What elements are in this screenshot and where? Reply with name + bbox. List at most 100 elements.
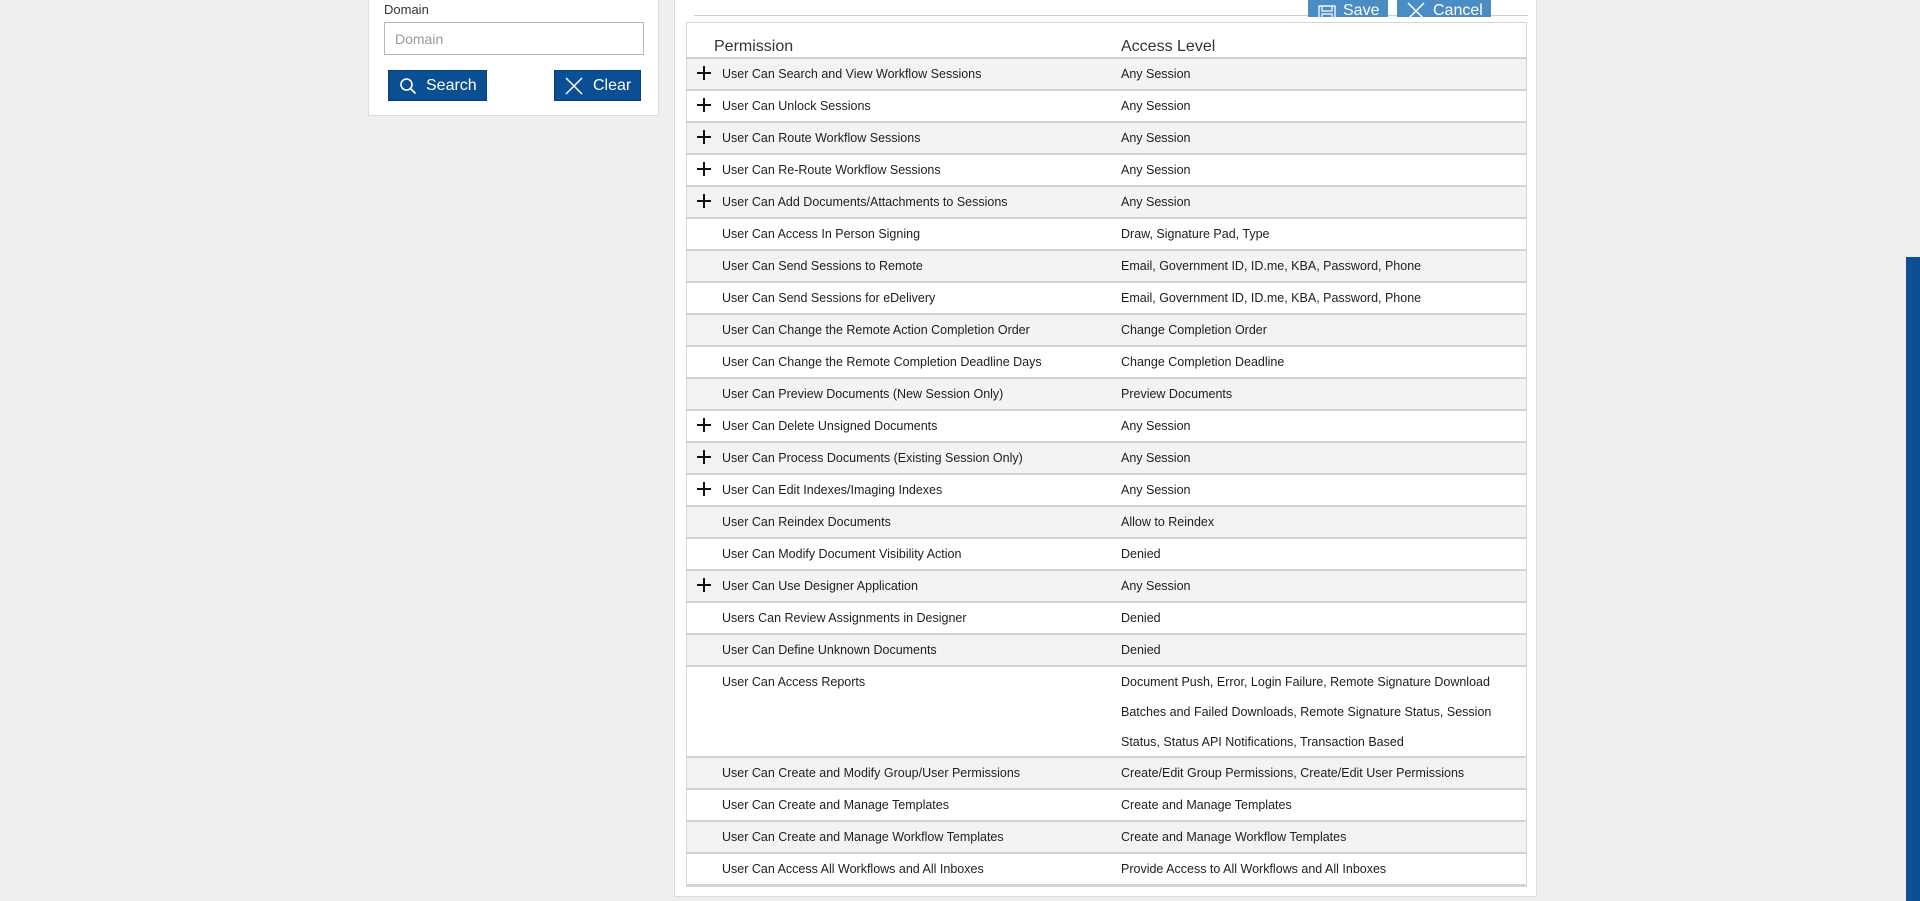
table-row: User Can Use Designer Application Any Ses… [687,571,1526,603]
access-level-value: Any Session [1121,99,1191,113]
access-level-value: Denied [1121,547,1161,561]
table-row: User Can Re-Route Workflow Sessions Any S… [687,155,1526,187]
permission-name: User Can Modify Document Visibility Acti… [722,547,962,561]
permission-name: User Can Edit Indexes/Imaging Indexes [722,483,943,497]
save-button-label: Save [1343,2,1380,17]
column-header-access-level: Access Level [1121,38,1216,55]
permission-name: User Can Search and View Workflow Sessio… [722,67,982,81]
table-row: User Can Create and Modify Group/User Pe… [687,758,1526,790]
permission-name: User Can Process Documents (Existing Ses… [722,451,1023,465]
permission-name: User Can Send Sessions for eDelivery [722,291,936,305]
permissions-table: Permission Access Level User Can Search … [686,22,1527,887]
permission-name: User Can Route Workflow Sessions [722,131,921,145]
table-row: User Can Preview Documents (New Session … [687,379,1526,411]
access-level-value: Create and Manage Templates [1121,798,1292,812]
access-level-value: Any Session [1121,419,1191,433]
permission-name: Users Can Review Assignments in Designer [722,611,967,625]
table-row: User Can Modify Document Visibility Acti… [687,539,1526,571]
permission-name: User Can Preview Documents (New Session … [722,387,1004,401]
access-level-value: Draw, Signature Pad, Type [1121,227,1270,241]
cancel-button-label: Cancel [1433,2,1483,17]
permission-name: User Can Access In Person Signing [722,227,921,241]
table-row: User Can Change the Remote Completion De… [687,347,1526,379]
permission-name: User Can Define Unknown Documents [722,643,937,657]
access-level-value: Create/Edit Group Permissions, Create/Ed… [1121,766,1465,780]
search-button-label: Search [426,76,477,94]
access-level-value: Denied [1121,643,1161,657]
clear-button[interactable]: Clear [554,70,641,101]
column-header-permission: Permission [714,38,794,55]
permission-name: User Can Reindex Documents [722,515,891,529]
access-level-value: Any Session [1121,163,1191,177]
plus-icon[interactable] [697,418,711,432]
permission-name: User Can Access All Workflows and All In… [722,862,984,876]
clear-button-label: Clear [593,76,632,94]
access-level-value: Create and Manage Workflow Templates [1121,830,1347,844]
access-level-value: Allow to Reindex [1121,515,1215,529]
permission-name: User Can Add Documents/Attachments to Se… [722,195,1008,209]
access-level-value: Any Session [1121,67,1191,81]
permission-name: User Can Delete Unsigned Documents [722,419,938,433]
access-level-value: Email, Government ID, ID.me, KBA, Passwo… [1121,259,1422,273]
cancel-button[interactable]: Cancel [1397,0,1491,17]
access-level-value: Change Completion Order [1121,323,1267,337]
close-icon [1406,1,1426,17]
table-header: Permission Access Level [687,23,1526,59]
access-level-value: Any Session [1121,483,1191,497]
scrollbar[interactable] [1906,257,1920,901]
search-icon [399,77,417,95]
permission-name: User Can Re-Route Workflow Sessions [722,163,941,177]
table-row: User Can Search and View Workflow Sessio… [687,59,1526,91]
table-row: User Can Send Sessions for eDelivery Emai… [687,283,1526,315]
save-button[interactable]: Save [1308,0,1388,17]
table-row: User Can Create and Manage Workflow Temp… [687,822,1526,854]
table-row: User Can Send Sessions to Remote Email, G… [687,251,1526,283]
access-level-value: Email, Government ID, ID.me, KBA, Passwo… [1121,291,1422,305]
table-row: User Can Edit Indexes/Imaging Indexes Any… [687,475,1526,507]
permission-name: User Can Create and Manage Templates [722,798,949,812]
access-level-value: Any Session [1121,195,1191,209]
plus-icon[interactable] [697,482,711,496]
table-row: User Can Change the Remote Action Comple… [687,315,1526,347]
permission-name: User Can Access Reports [722,675,866,689]
permission-name: User Can Send Sessions to Remote [722,259,923,273]
access-level-value: Document Push, Error, Login Failure, Rem… [1121,675,1492,749]
permission-name: User Can Use Designer Application [722,579,918,593]
access-level-value: Change Completion Deadline [1121,355,1285,369]
access-level-value: Preview Documents [1121,387,1233,401]
table-row: User Can Add Documents/Attachments to Se… [687,187,1526,219]
plus-icon[interactable] [697,162,711,176]
domain-input[interactable] [384,22,644,55]
access-level-value: Any Session [1121,579,1191,593]
table-row: User Can Access All Workflows and All In… [687,854,1526,886]
permission-name: User Can Change the Remote Action Comple… [722,323,1030,337]
permission-name: User Can Change the Remote Completion De… [722,355,1042,369]
table-row: User Can Define Unknown Documents Denied [687,635,1526,667]
plus-icon[interactable] [697,450,711,464]
search-button[interactable]: Search [388,70,487,101]
table-row: User Can Unlock Sessions Any Session [687,91,1526,123]
table-row: User Can Delete Unsigned Documents Any Se… [687,411,1526,443]
plus-icon[interactable] [697,578,711,592]
plus-icon[interactable] [697,130,711,144]
permission-name: User Can Unlock Sessions [722,99,871,113]
plus-icon[interactable] [697,66,711,80]
permission-name: User Can Create and Modify Group/User Pe… [722,766,1021,780]
table-row: User Can Reindex Documents Allow to Reind… [687,507,1526,539]
table-row: Users Can Review Assignments in Designer… [687,603,1526,635]
table-body: User Can Search and View Workflow Sessio… [687,59,1526,886]
table-row: User Can Create and Manage Templates Crea… [687,790,1526,822]
permission-name: User Can Create and Manage Workflow Temp… [722,830,1004,844]
access-level-value: Any Session [1121,131,1191,145]
plus-icon[interactable] [697,194,711,208]
table-row: User Can Route Workflow Sessions Any Sess… [687,123,1526,155]
domain-label: Domain [384,2,429,17]
close-icon [564,76,584,96]
plus-icon[interactable] [697,98,711,112]
access-level-value: Any Session [1121,451,1191,465]
access-level-value: Provide Access to All Workflows and All … [1121,862,1387,876]
table-row: User Can Process Documents (Existing Ses… [687,443,1526,475]
floppy-disk-icon [1318,5,1336,17]
table-row: User Can Access Reports Document Push, Er… [687,667,1526,758]
access-level-value: Denied [1121,611,1161,625]
